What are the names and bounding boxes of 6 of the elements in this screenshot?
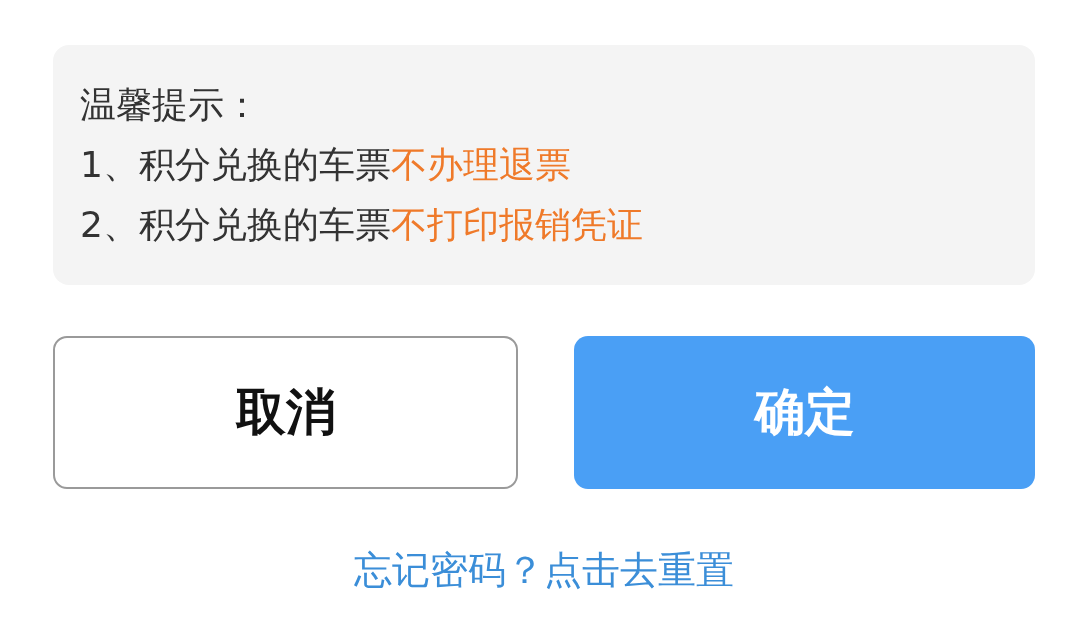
reset-password-link[interactable]: 忘记密码？点击去重置 bbox=[354, 548, 734, 592]
cancel-button[interactable]: 取消 bbox=[53, 336, 518, 489]
notice-line: 2、积分兑换的车票不打印报销凭证 bbox=[80, 203, 644, 247]
notice-title: 温馨提示： bbox=[80, 83, 261, 127]
confirm-button[interactable]: 确定 bbox=[574, 336, 1035, 489]
notice-line: 1、积分兑换的车票不办理退票 bbox=[80, 143, 572, 187]
